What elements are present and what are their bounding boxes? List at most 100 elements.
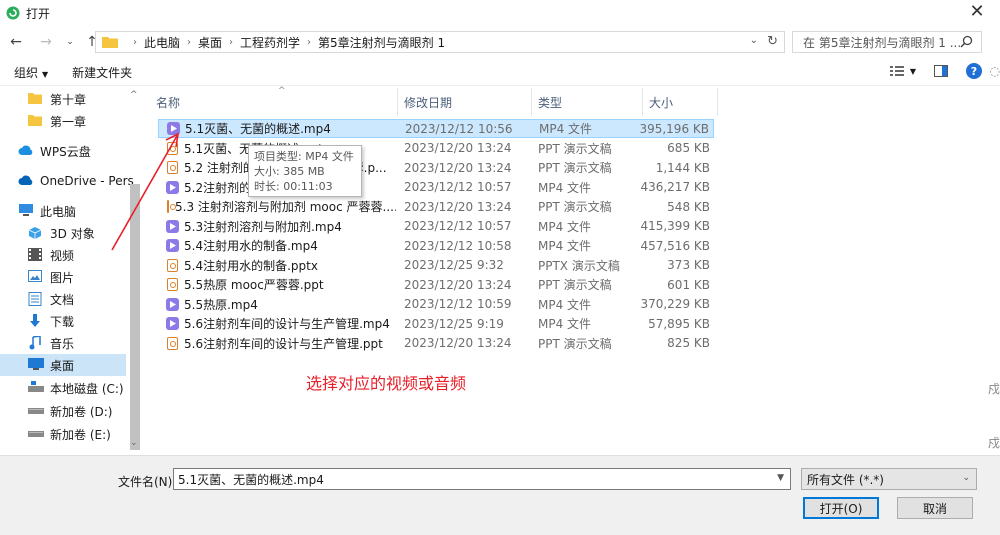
- search-input[interactable]: 在 第5章注射剂与滴眼剂 1 ...: [792, 31, 982, 53]
- new-folder-button[interactable]: 新建文件夹: [72, 64, 132, 81]
- file-name: 5.4注射用水的制备.pptx: [166, 257, 396, 274]
- breadcrumb-chevron-icon[interactable]: ›: [307, 37, 311, 48]
- file-row[interactable]: 5.3 注射剂溶剂与附加剂 mooc 严蓉蓉.... 2023/12/20 13:…: [158, 197, 714, 216]
- drive-c-icon: [28, 381, 44, 395]
- file-name-text: 5.5热原.mp4: [184, 297, 258, 312]
- scrollbar-thumb[interactable]: [130, 184, 140, 450]
- sidebar-item[interactable]: 3D 对象: [28, 222, 95, 244]
- file-row[interactable]: 5.6注射剂车间的设计与生产管理.ppt 2023/12/20 13:24 PPT …: [158, 334, 714, 353]
- breadcrumb-this-pc[interactable]: 此电脑: [144, 34, 180, 51]
- organize-label: 组织: [14, 66, 39, 80]
- open-button[interactable]: 打开(O): [803, 497, 879, 519]
- sidebar-item[interactable]: 第一章: [28, 110, 86, 132]
- documents-folder-icon: [28, 292, 44, 306]
- file-type: MP4 文件: [539, 122, 593, 136]
- refresh-icon[interactable]: ↻: [767, 34, 778, 49]
- sidebar-item[interactable]: 下载: [28, 310, 74, 332]
- breadcrumb-chevron-icon[interactable]: ›: [229, 37, 233, 48]
- file-row[interactable]: 5.1灭菌、无菌的概述.mp4 2023/12/12 10:56 MP4 文件 395…: [158, 119, 714, 138]
- file-info-tooltip: 项目类型: MP4 文件 大小: 385 MB 时长: 00:11:03: [248, 145, 362, 197]
- preview-pane-icon[interactable]: [934, 65, 948, 77]
- file-row[interactable]: 5.2注射剂的处方组成.mp42023/12/12 10:57MP4 文件436…: [158, 178, 714, 197]
- sidebar-item[interactable]: 音乐: [28, 332, 74, 354]
- file-row[interactable]: 5.4注射用水的制备.mp4 2023/12/12 10:58 MP4 文件 457,…: [158, 236, 714, 255]
- video-file-icon: [166, 180, 179, 194]
- sidebar-item-label: 此电脑: [40, 204, 77, 219]
- scroll-up-icon[interactable]: ^: [130, 90, 138, 100]
- file-size: 685 KB: [667, 141, 710, 155]
- column-header-name[interactable]: 名称 ^: [150, 86, 398, 116]
- sidebar-item[interactable]: 文档: [28, 288, 74, 310]
- file-row[interactable]: 5.1灭菌、无菌的概述.pptx2023/12/20 13:24PPT 演示文稿…: [158, 139, 714, 158]
- file-row[interactable]: 5.3注射剂溶剂与附加剂.mp4 2023/12/12 10:57 MP4 文件 41…: [158, 217, 714, 236]
- forward-arrow-icon[interactable]: →: [36, 32, 56, 52]
- tooltip-duration: 时长: 00:11:03: [254, 180, 333, 193]
- breadcrumb-chapter5[interactable]: 第5章注射剂与滴眼剂 1: [318, 34, 445, 51]
- address-dropdown-icon[interactable]: ⌄: [750, 35, 758, 46]
- file-name-text: 5.3注射剂溶剂与附加剂.mp4: [184, 219, 342, 234]
- file-type: PPT 演示文稿: [538, 161, 612, 175]
- file-name: 5.3注射剂溶剂与附加剂.mp4: [166, 218, 396, 235]
- desktop-folder-icon: [28, 358, 44, 372]
- file-date: 2023/12/20 13:24: [404, 141, 512, 155]
- column-header-size[interactable]: 大小: [643, 88, 718, 116]
- file-date: 2023/12/12 10:59: [404, 297, 512, 311]
- sidebar-item[interactable]: 此电脑: [18, 200, 76, 222]
- wps-app-icon: [6, 6, 20, 20]
- breadcrumb-pharmaceutics[interactable]: 工程药剂学: [240, 34, 300, 51]
- file-row[interactable]: 5.6注射剂车间的设计与生产管理.mp4 2023/12/25 9:19 MP4 文…: [158, 314, 714, 333]
- file-date: 2023/12/25 9:19: [404, 316, 504, 331]
- video-file-icon: [166, 239, 179, 252]
- file-row[interactable]: 5.2 注射剂的处方组成 mooc严蓉.p...2023/12/20 13:24…: [158, 158, 714, 177]
- breadcrumb-desktop[interactable]: 桌面: [198, 34, 222, 51]
- sidebar-item-label: 文档: [50, 292, 75, 307]
- sidebar-scrollbar[interactable]: ^ ⌄: [128, 88, 142, 450]
- file-date: 2023/12/20 13:24: [404, 277, 512, 292]
- file-row[interactable]: 5.4注射用水的制备.pptx 2023/12/25 9:32 PPTX 演示文稿 3…: [158, 256, 714, 275]
- file-type-select[interactable]: 所有文件 (*.*) ⌄: [801, 468, 977, 490]
- scroll-down-icon[interactable]: ⌄: [130, 438, 138, 448]
- breadcrumb-chevron-icon[interactable]: ›: [187, 37, 191, 48]
- organize-menu[interactable]: 组织 ▼: [14, 64, 48, 81]
- sidebar-item-label: 第一章: [50, 114, 87, 129]
- presentation-file-icon: [167, 258, 178, 272]
- view-options-icon[interactable]: ▼: [889, 66, 916, 76]
- sidebar-item[interactable]: 图片: [28, 266, 74, 288]
- cancel-button[interactable]: 取消: [897, 497, 973, 519]
- file-type: PPT 演示文稿: [538, 278, 612, 292]
- file-size: 415,399 KB: [640, 219, 710, 233]
- breadcrumb-chevron-icon[interactable]: ›: [133, 37, 137, 48]
- file-type: MP4 文件: [538, 317, 592, 331]
- help-icon[interactable]: ?: [966, 63, 982, 79]
- file-name: 5.4注射用水的制备.mp4: [166, 237, 396, 254]
- presentation-file-icon: [167, 336, 178, 350]
- file-type-dropdown-icon[interactable]: ⌄: [962, 473, 970, 483]
- sidebar-item-label: OneDrive - Pers: [40, 174, 134, 188]
- sidebar-item[interactable]: WPS云盘: [18, 140, 91, 162]
- title-bar: 打开 ✕: [0, 0, 1000, 26]
- close-icon[interactable]: ✕: [966, 2, 988, 24]
- back-arrow-icon[interactable]: ←: [6, 32, 26, 52]
- sidebar-item[interactable]: 第十章: [28, 88, 86, 110]
- sidebar-item[interactable]: 新加卷 (D:): [28, 400, 112, 422]
- file-row[interactable]: 5.5热原 mooc严蓉蓉.ppt 2023/12/20 13:24 PPT 演示文…: [158, 275, 714, 294]
- filename-dropdown-icon[interactable]: ▼: [777, 473, 784, 483]
- file-row[interactable]: 5.5热原.mp4 2023/12/12 10:59 MP4 文件 370,229 K…: [158, 295, 714, 314]
- sidebar-item[interactable]: 新加卷 (E:): [28, 423, 111, 445]
- sidebar-item[interactable]: 新加卷 (F:): [28, 446, 109, 450]
- search-icon[interactable]: [960, 35, 973, 48]
- address-bar[interactable]: › 此电脑 › 桌面 › 工程药剂学 › 第5章注射剂与滴眼剂 1 ⌄ ↻: [95, 31, 785, 53]
- search-placeholder: 在 第5章注射剂与滴眼剂 1 ...: [803, 35, 962, 50]
- file-size: 601 KB: [667, 277, 710, 292]
- folder-icon: [102, 37, 118, 48]
- caret-down-icon: ▼: [909, 66, 916, 76]
- column-header-date[interactable]: 修改日期: [398, 88, 532, 116]
- sidebar-item[interactable]: 本地磁盘 (C:): [28, 377, 124, 399]
- file-name-text: 5.3 注射剂溶剂与附加剂 mooc 严蓉蓉....: [175, 200, 396, 214]
- column-header-type[interactable]: 类型: [532, 88, 643, 116]
- filename-input[interactable]: 5.1灭菌、无菌的概述.mp4 ▼: [173, 468, 791, 490]
- sidebar-item[interactable]: 桌面: [0, 354, 126, 376]
- recent-locations-chevron-icon[interactable]: ⌄: [60, 32, 80, 52]
- sidebar-item[interactable]: OneDrive - Pers: [18, 170, 134, 192]
- sidebar-item[interactable]: 视频: [28, 244, 74, 266]
